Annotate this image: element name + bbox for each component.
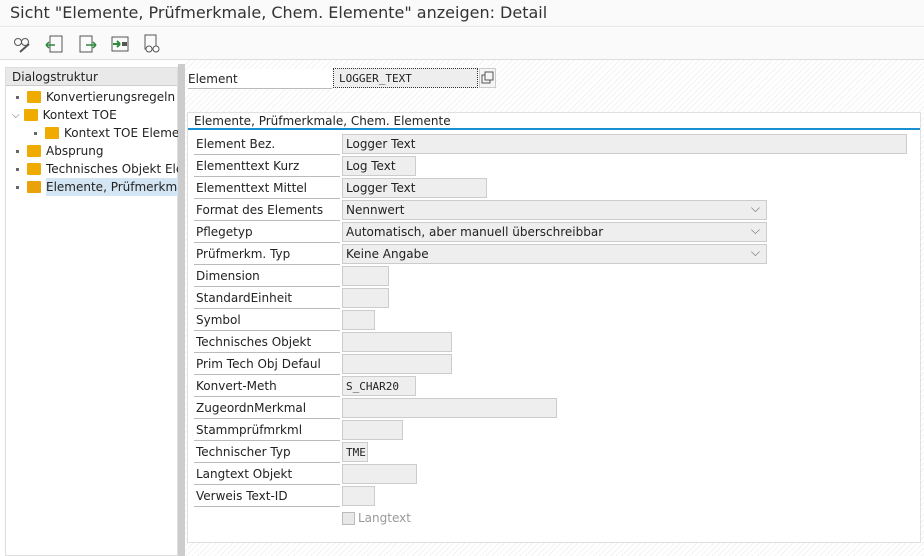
field-label: Prim Tech Obj Defaul xyxy=(194,354,340,375)
tree-item-kontext-toe[interactable]: ⌵ Kontext TOE xyxy=(12,106,178,124)
toolbar xyxy=(0,28,924,60)
folder-open-icon xyxy=(27,181,41,193)
zugeordn-merkmal-field[interactable] xyxy=(342,398,557,418)
field-label: Elementtext Kurz xyxy=(194,156,340,177)
pflegetyp-dropdown[interactable]: Automatisch, aber manuell überschreibbar xyxy=(342,222,767,242)
field-label: Langtext Objekt xyxy=(194,464,340,485)
elements-group: Elemente, Prüfmerkmale, Chem. Elemente E… xyxy=(187,112,921,543)
field-label: Technischer Typ xyxy=(194,442,340,463)
text-kurz-field[interactable]: Log Text xyxy=(342,156,416,176)
chevron-down-icon[interactable]: ⌵ xyxy=(12,110,20,121)
dialog-structure-header: Dialogstruktur xyxy=(6,68,177,86)
format-dropdown[interactable]: Nennwert xyxy=(342,200,767,220)
tree-item-technisches-objekt[interactable]: Technisches Objekt Elemente xyxy=(16,160,178,178)
field-label: StandardEinheit xyxy=(194,288,340,309)
field-label: Stammprüfmrkml xyxy=(194,420,340,441)
standardeinheit-field[interactable] xyxy=(342,288,389,308)
where-used-icon[interactable] xyxy=(142,34,162,54)
langtext-checkbox[interactable]: Langtext xyxy=(342,511,411,525)
window-title: Sicht "Elemente, Prüfmerkmale, Chem. Ele… xyxy=(0,0,924,27)
panel-splitter[interactable] xyxy=(178,64,185,556)
pruefmerkm-typ-dropdown[interactable]: Keine Angabe xyxy=(342,244,767,264)
checkbox-label: Langtext xyxy=(358,511,411,525)
folder-icon xyxy=(23,109,38,121)
tree-item-kontext-toe-elemente[interactable]: Kontext TOE Elemente xyxy=(34,124,178,142)
bullet-icon xyxy=(16,167,19,171)
dimension-field[interactable] xyxy=(342,266,389,286)
previous-entry-icon[interactable] xyxy=(45,34,65,54)
detail-panel: Element LOGGER_TEXT Elemente, Prüfmerkma… xyxy=(185,60,924,556)
dialog-structure-panel: Dialogstruktur Konvertierungsregeln ⌵ Kon… xyxy=(5,67,178,556)
text-mittel-field[interactable]: Logger Text xyxy=(342,178,487,198)
field-label: Technisches Objekt xyxy=(194,332,340,353)
field-label: Elementtext Mittel xyxy=(194,178,340,199)
element-field[interactable]: LOGGER_TEXT xyxy=(333,68,478,88)
tree-item-elemente[interactable]: Elemente, Prüfmerkmale, Chem. Elemente xyxy=(16,178,178,196)
bullet-icon xyxy=(34,131,37,135)
bullet-icon xyxy=(16,95,19,99)
field-label: Dimension xyxy=(194,266,340,287)
tree-item-label: Kontext TOE xyxy=(42,108,117,122)
stammpruefmrkml-field[interactable] xyxy=(342,420,403,440)
display-change-icon[interactable] xyxy=(12,34,32,54)
element-label: Element xyxy=(188,69,332,89)
tree-item-label: Absprung xyxy=(46,144,104,158)
field-label: ZugeordnMerkmal xyxy=(194,398,340,419)
folder-icon xyxy=(27,91,41,103)
tree-item-label: Elemente, Prüfmerkmale, Chem. Elemente xyxy=(46,178,178,196)
folder-icon xyxy=(27,163,41,175)
copy-icon[interactable] xyxy=(479,68,496,88)
group-title: Elemente, Prüfmerkmale, Chem. Elemente xyxy=(188,113,920,130)
field-label: Pflegetyp xyxy=(194,222,340,243)
folder-icon xyxy=(27,145,41,157)
field-label: Format des Elements xyxy=(194,200,340,221)
tree-item-label: Kontext TOE Elemente xyxy=(64,126,178,140)
field-label: Verweis Text-ID xyxy=(194,486,340,507)
other-entry-icon[interactable] xyxy=(110,34,130,54)
tree-item-konvertierungsregeln[interactable]: Konvertierungsregeln xyxy=(16,88,178,106)
symbol-field[interactable] xyxy=(342,310,375,330)
prim-tech-obj-field[interactable] xyxy=(342,354,452,374)
field-label: Symbol xyxy=(194,310,340,331)
langtext-objekt-field[interactable] xyxy=(342,464,417,484)
tree-item-label: Technisches Objekt Elemente xyxy=(46,162,178,176)
bullet-icon xyxy=(16,149,19,153)
bullet-icon xyxy=(16,185,19,189)
checkbox-icon[interactable] xyxy=(342,511,355,525)
element-bez-field[interactable]: Logger Text xyxy=(342,134,907,154)
tree-item-absprung[interactable]: Absprung xyxy=(16,142,178,160)
technisches-objekt-field[interactable] xyxy=(342,332,452,352)
folder-icon xyxy=(45,127,59,139)
next-entry-icon[interactable] xyxy=(78,34,98,54)
tree-item-label: Konvertierungsregeln xyxy=(46,90,176,104)
konvert-meth-field[interactable]: S_CHAR20 xyxy=(342,376,416,396)
field-label: Prüfmerkm. Typ xyxy=(194,244,340,265)
technischer-typ-field[interactable]: TME xyxy=(342,442,368,462)
field-label: Konvert-Meth xyxy=(194,376,340,397)
field-label: Element Bez. xyxy=(194,134,340,155)
verweis-text-id-field[interactable] xyxy=(342,486,375,506)
